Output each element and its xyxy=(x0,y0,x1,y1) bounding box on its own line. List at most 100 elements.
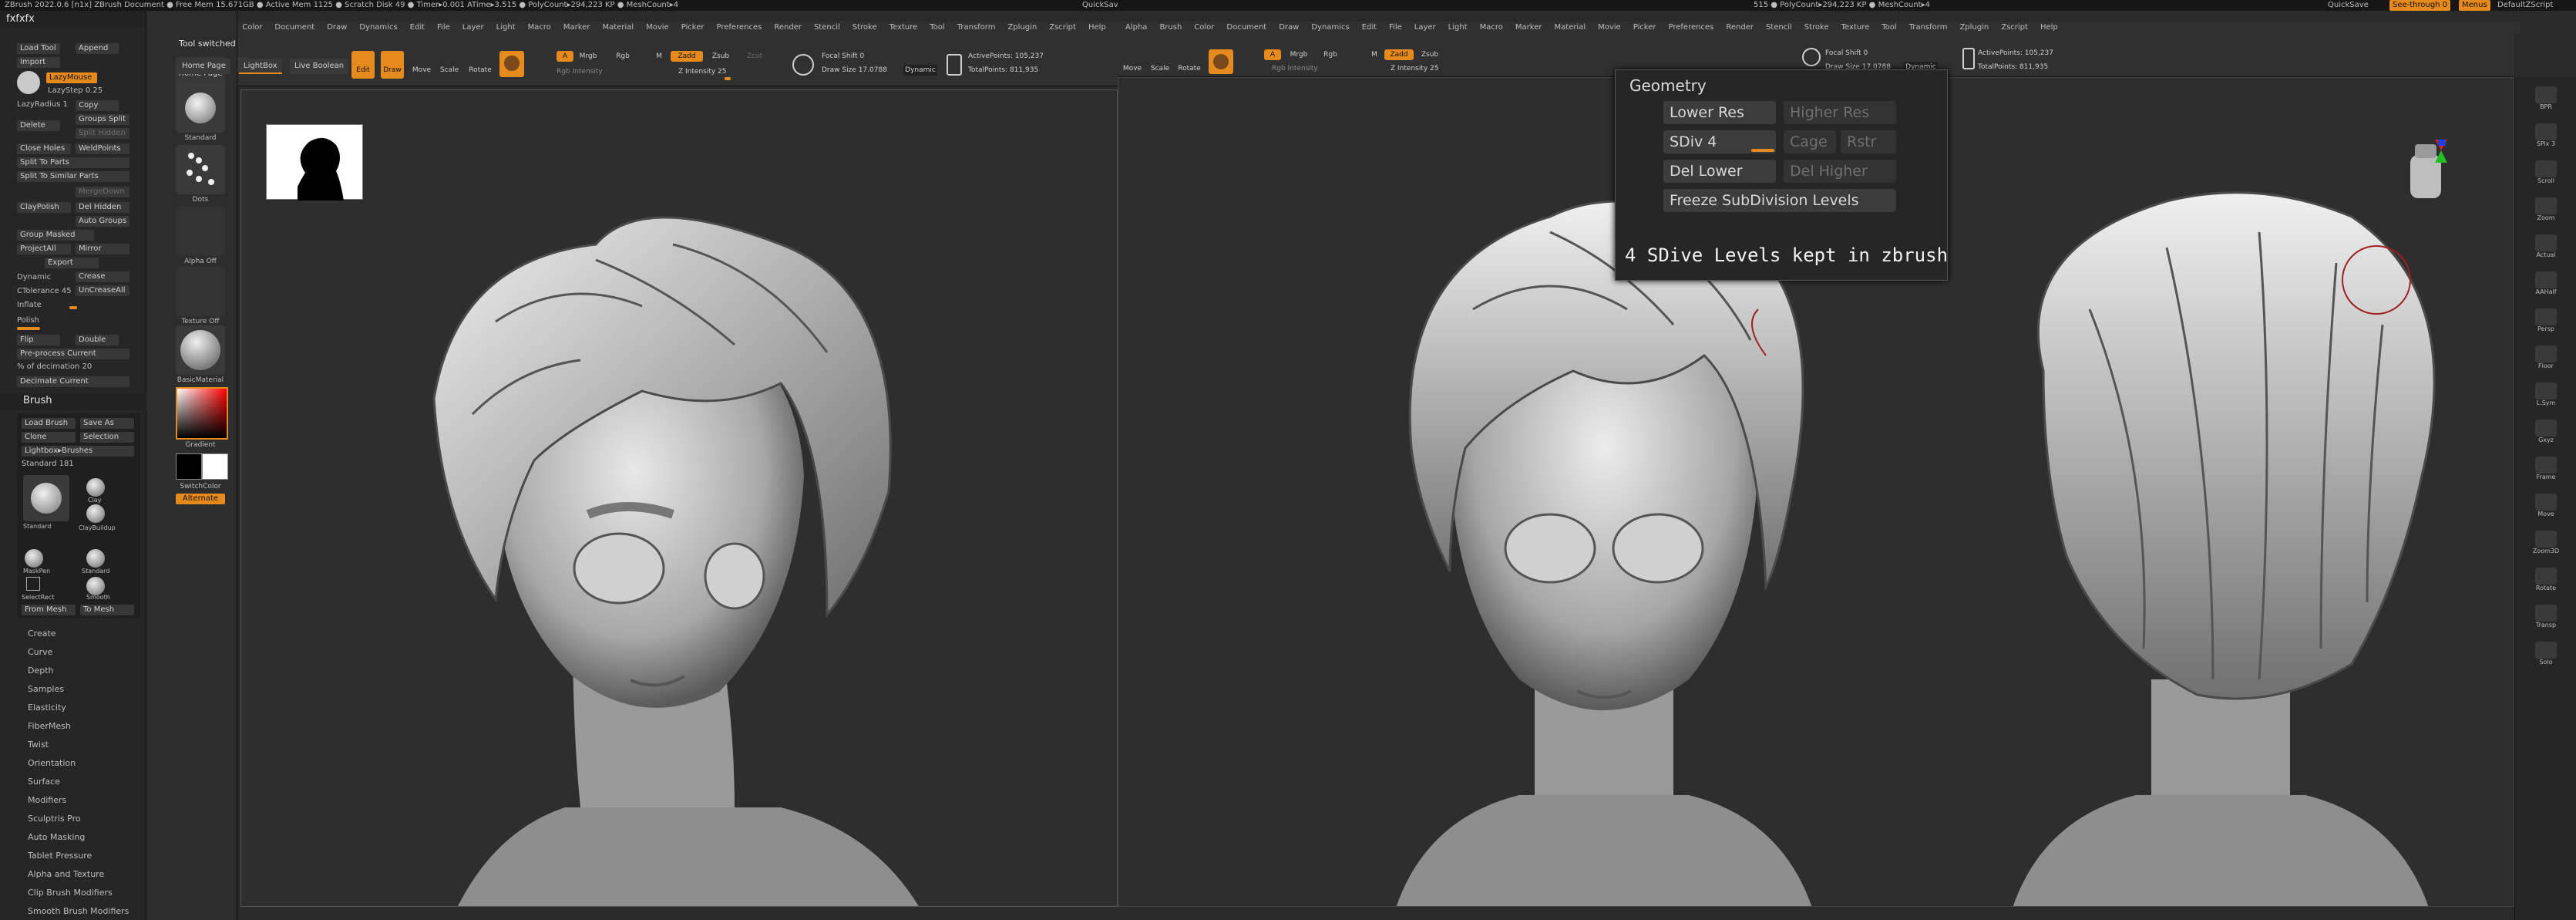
menu-right-material[interactable]: Material xyxy=(1554,23,1586,32)
subpalette-clip-brush-modifiers[interactable]: Clip Brush Modifiers xyxy=(28,884,143,902)
menu-right-transform[interactable]: Transform xyxy=(1909,23,1948,32)
zadd-toggle[interactable]: Zadd xyxy=(671,51,703,62)
close-holes-button[interactable]: Close Holes xyxy=(17,143,71,154)
canvas-left[interactable] xyxy=(240,89,1118,907)
color-picker[interactable] xyxy=(176,387,228,440)
to-mesh-button[interactable]: To Mesh xyxy=(80,605,134,615)
switchcolor-label[interactable]: SwitchColor xyxy=(162,483,239,490)
edit-button[interactable]: Edit xyxy=(351,51,375,79)
live-boolean-tab[interactable]: Live Boolean xyxy=(290,59,349,74)
right-tray-actual-button[interactable]: Actual xyxy=(2521,234,2571,258)
menu-render[interactable]: Render xyxy=(774,23,802,32)
uncreaseall-button[interactable]: UnCreaseAll xyxy=(76,285,129,296)
right-tray-scroll-button[interactable]: Scroll xyxy=(2521,160,2571,184)
alpha-off-icon[interactable] xyxy=(176,207,225,256)
subpalette-sculptris-pro[interactable]: Sculptris Pro xyxy=(28,810,143,828)
z-intensity-slider-right[interactable]: Z Intensity 25 xyxy=(1391,63,1468,74)
right-tray-spix-3-button[interactable]: SPix 3 xyxy=(2521,123,2571,147)
inflate-slider[interactable]: Inflate xyxy=(17,301,42,309)
mirror-button[interactable]: Mirror xyxy=(76,244,129,254)
split-hidden-button[interactable]: Split Hidden xyxy=(76,128,129,139)
load-brush-button[interactable]: Load Brush xyxy=(22,418,76,429)
focal-shift-slider[interactable]: Focal Shift 0 xyxy=(822,51,899,62)
menu-right-help[interactable]: Help xyxy=(2040,23,2058,32)
focal-shift-slider-right[interactable]: Focal Shift 0 xyxy=(1825,48,1902,59)
lightbox-tab[interactable]: LightBox xyxy=(239,59,282,74)
higher-res-button[interactable]: Higher Res xyxy=(1784,101,1896,124)
polish-slider-knob[interactable] xyxy=(17,327,40,330)
right-tray-rotate-button[interactable]: Rotate xyxy=(2521,568,2571,591)
menu-right-render[interactable]: Render xyxy=(1726,23,1754,32)
texture-off-icon[interactable] xyxy=(176,267,225,316)
menu-marker[interactable]: Marker xyxy=(563,23,590,32)
del-hidden-button[interactable]: Del Hidden xyxy=(76,202,129,213)
crease-button[interactable]: Crease xyxy=(76,271,129,282)
m-toggle-right[interactable]: M xyxy=(1369,49,1380,60)
primary-color-swatch[interactable] xyxy=(176,453,202,480)
lower-res-button[interactable]: Lower Res xyxy=(1663,101,1776,124)
menu-draw[interactable]: Draw xyxy=(327,23,347,32)
quicksave-button-left[interactable]: QuickSave xyxy=(1082,0,1118,11)
menus-toggle[interactable]: Menus xyxy=(2459,0,2490,11)
smooth-brush-tile[interactable] xyxy=(86,577,105,595)
preprocess-current-button[interactable]: Pre-process Current xyxy=(17,349,129,359)
quicksave-button-right[interactable]: QuickSave xyxy=(2328,0,2369,11)
right-tray-l-sym-button[interactable]: L.Sym xyxy=(2521,382,2571,406)
claypolish-button[interactable]: ClayPolish xyxy=(17,202,71,213)
right-tray-solo-button[interactable]: Solo xyxy=(2521,642,2571,666)
subpalette-tablet-pressure[interactable]: Tablet Pressure xyxy=(28,847,143,865)
rotate-button-right[interactable]: Rotate xyxy=(1178,51,1201,74)
del-higher-button[interactable]: Del Higher xyxy=(1784,160,1896,183)
save-as-button[interactable]: Save As xyxy=(80,418,134,429)
menu-right-document[interactable]: Document xyxy=(1226,23,1266,32)
right-tray-gxyz-button[interactable]: Gxyz xyxy=(2521,420,2571,443)
groups-split-button[interactable]: Groups Split xyxy=(76,114,129,125)
clay-brush-tile[interactable] xyxy=(86,478,105,497)
menu-color[interactable]: Color xyxy=(242,23,262,32)
menu-right-macro[interactable]: Macro xyxy=(1480,23,1503,32)
group-masked-button[interactable]: Group Masked xyxy=(17,230,94,241)
z-intensity-knob[interactable] xyxy=(725,77,731,80)
scale-button-right[interactable]: Scale xyxy=(1150,51,1170,74)
right-tray-move-button[interactable]: Move xyxy=(2521,494,2571,517)
default-zscript-button[interactable]: DefaultZScript xyxy=(2497,0,2553,11)
menu-zscript[interactable]: Zscript xyxy=(1049,23,1076,32)
mrgb-toggle-right[interactable]: Mrgb xyxy=(1287,49,1310,60)
menu-right-marker[interactable]: Marker xyxy=(1515,23,1542,32)
menu-dynamics[interactable]: Dynamics xyxy=(359,23,397,32)
clone-button[interactable]: Clone xyxy=(22,432,76,443)
rgb-intensity-slider-right[interactable]: Rgb Intensity xyxy=(1272,63,1349,74)
selectrect-brush-tile[interactable] xyxy=(26,577,40,591)
dynamic-toggle[interactable]: Dynamic xyxy=(903,65,937,76)
scale-button[interactable]: Scale xyxy=(438,51,461,79)
material-button[interactable] xyxy=(499,51,524,77)
lightbox-brushes-button[interactable]: Lightbox▸Brushes xyxy=(22,446,134,457)
menu-transform[interactable]: Transform xyxy=(957,23,996,32)
subpalette-surface[interactable]: Surface xyxy=(28,773,143,791)
import-button[interactable]: Import xyxy=(17,57,60,68)
subpalette-fibermesh[interactable]: FiberMesh xyxy=(28,717,143,736)
subpalette-twist[interactable]: Twist xyxy=(28,736,143,754)
menu-edit[interactable]: Edit xyxy=(410,23,425,32)
menu-layer[interactable]: Layer xyxy=(462,23,484,32)
copy-button[interactable]: Copy xyxy=(76,100,119,111)
delete-button[interactable]: Delete xyxy=(17,120,60,131)
menu-stroke[interactable]: Stroke xyxy=(853,23,877,32)
inflate-slider-knob[interactable] xyxy=(69,306,77,309)
menu-right-tool[interactable]: Tool xyxy=(1882,23,1896,32)
decimate-current-button[interactable]: Decimate Current xyxy=(17,376,129,387)
menu-macro[interactable]: Macro xyxy=(528,23,551,32)
right-tray-aahalf-button[interactable]: AAHalf xyxy=(2521,271,2571,295)
polish-slider[interactable]: Polish xyxy=(17,316,39,325)
menu-right-draw[interactable]: Draw xyxy=(1279,23,1299,32)
m-toggle[interactable]: M xyxy=(654,51,664,62)
menu-material[interactable]: Material xyxy=(602,23,634,32)
alternate-toggle[interactable]: Alternate xyxy=(176,494,225,504)
right-tray-transp-button[interactable]: Transp xyxy=(2521,605,2571,628)
right-tray-zoom3d-button[interactable]: Zoom3D xyxy=(2521,531,2571,554)
menu-preferences[interactable]: Preferences xyxy=(717,23,762,32)
load-tool-button[interactable]: Load Tool xyxy=(17,43,60,54)
zcut-toggle[interactable]: Zcut xyxy=(743,51,766,62)
menu-right-brush[interactable]: Brush xyxy=(1159,23,1182,32)
menu-right-file[interactable]: File xyxy=(1389,23,1402,32)
